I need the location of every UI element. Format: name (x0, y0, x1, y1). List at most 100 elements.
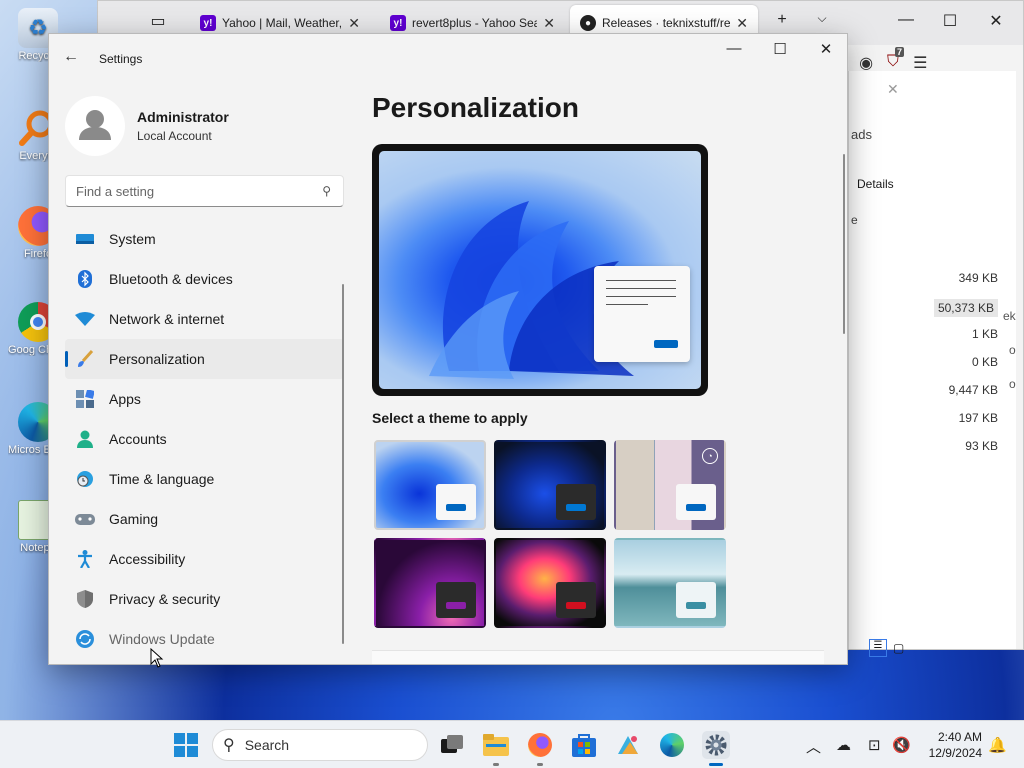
downloads-heading: ads (851, 127, 872, 142)
network-icon[interactable]: ⊡ (868, 736, 881, 754)
taskbar: ⚲ Search ︿ ☁ ⊡ 🔇 2:40 AM 12/9/2024 🔔 (0, 720, 1024, 768)
edge-taskbar-button[interactable] (658, 731, 686, 759)
notification-bell-icon[interactable]: 🔔 (988, 736, 1007, 754)
close-panel-icon[interactable]: ✕ (887, 81, 899, 98)
clock-globe-icon (75, 469, 95, 489)
nav-label: Accounts (109, 431, 167, 447)
nav-item-gaming[interactable]: Gaming (65, 499, 344, 539)
show-hidden-icons-chevron-up-icon[interactable]: ︿ (806, 736, 821, 757)
details-button[interactable]: Details (857, 177, 894, 191)
settings-taskbar-button[interactable] (702, 731, 730, 766)
nav-scrollbar[interactable] (342, 284, 344, 644)
microsoft-store-button[interactable] (570, 731, 598, 759)
theme-windows-dark[interactable] (494, 440, 606, 530)
column-header: e (851, 213, 858, 227)
back-arrow-icon[interactable]: ← (63, 48, 79, 66)
new-tab-button[interactable]: + (770, 11, 794, 29)
search-placeholder: Find a setting (76, 184, 155, 199)
settings-nav: System Bluetooth & devices Network & int… (65, 219, 344, 659)
maximize-icon[interactable]: ☐ (938, 11, 962, 31)
nav-item-privacy-security[interactable]: Privacy & security (65, 579, 344, 619)
nav-item-windows-update[interactable]: Windows Update (65, 619, 344, 659)
theme-windows-light[interactable] (374, 440, 486, 530)
windows-update-icon (75, 629, 95, 649)
extension-badge: 7 (895, 47, 905, 57)
cloud-offline-icon[interactable]: ☁ (836, 736, 851, 754)
nav-item-time-language[interactable]: Time & language (65, 459, 344, 499)
settings-icon (705, 734, 727, 756)
nav-item-network[interactable]: Network & internet (65, 299, 344, 339)
user-profile[interactable]: Administrator Local Account (65, 96, 229, 156)
gamepad-icon (75, 509, 95, 529)
theme-accent-swatch (446, 602, 466, 609)
accessibility-icon (75, 549, 95, 569)
nav-item-personalization[interactable]: Personalization (65, 339, 344, 379)
tab-label: revert8plus - Yahoo Searc (412, 16, 538, 30)
list-item-fragment: o (1009, 343, 1016, 357)
next-setting-row-partial (372, 650, 824, 664)
mouse-cursor-icon (150, 648, 164, 668)
taskbar-search[interactable]: ⚲ Search (212, 729, 428, 761)
theme-grid: ◔ (374, 440, 726, 628)
list-view-icon[interactable]: ☰ (869, 639, 887, 657)
system-clock[interactable]: 2:40 AM 12/9/2024 (929, 729, 982, 761)
github-icon: ● (580, 15, 596, 31)
profile-name: Administrator (137, 109, 229, 125)
volume-muted-icon[interactable]: 🔇 (892, 736, 911, 754)
tab-list-icon[interactable]: ▭ (146, 11, 170, 31)
task-view-icon (441, 735, 463, 753)
nav-item-accessibility[interactable]: Accessibility (65, 539, 344, 579)
theme-mini-window (676, 582, 716, 618)
theme-mini-window (556, 484, 596, 520)
browser-toolbar: ⤓ ◉ ⛉7 ☰ (838, 47, 927, 73)
tile-view-icon[interactable]: ▢ (893, 641, 904, 655)
user-silhouette-icon (79, 110, 111, 140)
apps-icon (75, 389, 95, 409)
theme-sunrise-lake[interactable] (614, 538, 726, 628)
nav-label: Network & internet (109, 311, 225, 327)
wifi-icon (75, 309, 95, 329)
theme-glow-flowers[interactable]: ◔ (614, 440, 726, 530)
running-indicator (493, 763, 499, 766)
preview-accent-button (654, 340, 678, 348)
close-icon[interactable]: ✕ (984, 11, 1008, 31)
minimize-icon[interactable]: — (894, 11, 918, 29)
nav-item-bluetooth[interactable]: Bluetooth & devices (65, 259, 344, 299)
file-explorer-button[interactable] (482, 731, 510, 766)
chevron-down-icon[interactable]: ⌵ (810, 11, 834, 26)
theme-captured-motion[interactable] (374, 538, 486, 628)
close-tab-icon[interactable]: ✕ (736, 15, 748, 32)
running-indicator (537, 763, 543, 766)
clock-time: 2:40 AM (937, 730, 982, 744)
nav-label: Personalization (109, 351, 205, 367)
nav-label: Accessibility (109, 551, 186, 567)
yahoo-icon: y! (390, 15, 406, 31)
nav-item-accounts[interactable]: Accounts (65, 419, 344, 459)
file-size: 93 KB (965, 439, 998, 453)
start-button[interactable] (172, 731, 200, 759)
preview-line (606, 304, 648, 305)
nav-label: Privacy & security (109, 591, 221, 607)
task-view-button[interactable] (438, 731, 466, 759)
photos-button[interactable] (614, 731, 642, 759)
theme-flow[interactable] (494, 538, 606, 628)
ublock-extension-icon[interactable]: ⛉ 7 (887, 47, 905, 73)
find-setting-input[interactable]: Find a setting ⚲ (65, 175, 344, 207)
nav-item-system[interactable]: System (65, 219, 344, 259)
account-icon (75, 429, 95, 449)
preview-line (606, 280, 676, 281)
firefox-taskbar-button[interactable] (526, 731, 554, 766)
account-icon[interactable]: ◉ (859, 53, 873, 73)
content-scrollbar[interactable] (843, 154, 845, 334)
nav-item-apps[interactable]: Apps (65, 379, 344, 419)
yahoo-icon: y! (200, 15, 216, 31)
menu-icon[interactable]: ☰ (913, 53, 927, 73)
main-content: Personalization Select a theme to apply … (372, 34, 847, 664)
microsoft-store-icon (572, 734, 596, 757)
bluetooth-icon (75, 269, 95, 289)
close-tab-icon[interactable]: ✕ (543, 15, 555, 32)
preview-line (606, 296, 676, 297)
close-tab-icon[interactable]: ✕ (348, 15, 360, 32)
avatar (65, 96, 125, 156)
search-icon: ⚲ (322, 184, 331, 198)
